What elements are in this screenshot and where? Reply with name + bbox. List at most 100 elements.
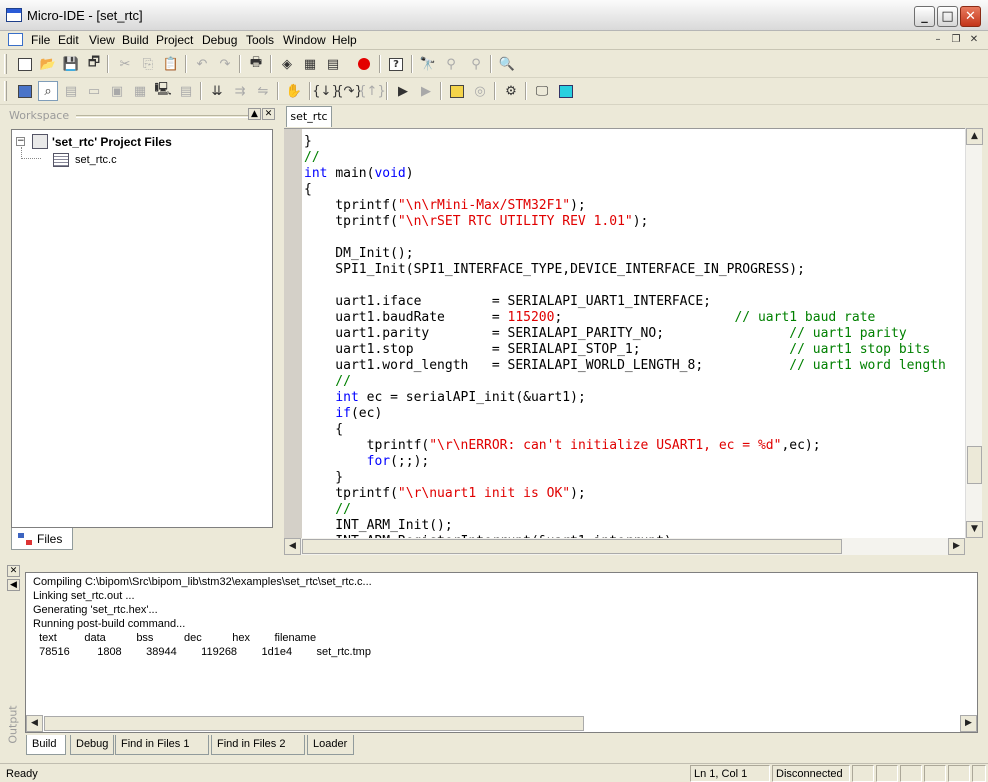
code-line[interactable]: DM_Init(); — [304, 246, 965, 262]
monitor-icon[interactable]: 🖵 — [532, 81, 552, 101]
menu-edit[interactable]: Edit — [55, 33, 82, 47]
code-line[interactable]: int ec = serialAPI_init(&uart1); — [304, 390, 965, 406]
mdi-minimize-icon[interactable]: – — [930, 33, 946, 47]
code-editor[interactable]: }//int main(void){ tprintf("\n\rMini-Max… — [284, 128, 965, 538]
menu-debug[interactable]: Debug — [199, 33, 240, 47]
minimize-button[interactable]: _ — [914, 6, 935, 27]
step-out-icon[interactable]: {↑} — [358, 81, 385, 101]
code-line[interactable]: tprintf("\n\rSET RTC UTILITY REV 1.01"); — [304, 214, 965, 230]
toolbar-grip[interactable] — [4, 54, 7, 74]
run-to-cursor-icon[interactable]: ▶ — [416, 81, 436, 101]
watch-window-icon[interactable]: ▤ — [61, 81, 81, 101]
code-line[interactable]: uart1.word_length = SERIALAPI_WORLD_LENG… — [304, 358, 965, 374]
code-line[interactable]: // — [304, 150, 965, 166]
hand-icon[interactable]: ✋ — [284, 81, 304, 101]
output-scroll-thumb[interactable] — [44, 716, 584, 731]
undo-icon[interactable]: ↶ — [192, 54, 212, 74]
menu-help[interactable]: Help — [329, 33, 360, 47]
editor-gutter[interactable] — [284, 129, 302, 538]
code-line[interactable]: } — [304, 470, 965, 486]
toolbar-grip[interactable] — [4, 81, 7, 101]
resize-grip[interactable] — [972, 765, 986, 782]
paste-icon[interactable]: 📋 — [161, 54, 181, 74]
mdi-close-icon[interactable]: ✕ — [966, 33, 982, 47]
code-line[interactable] — [304, 278, 965, 294]
collapse-icon[interactable]: − — [16, 137, 25, 146]
download-icon[interactable] — [447, 81, 467, 101]
new-file-icon[interactable] — [15, 54, 35, 74]
find-in-files-icon[interactable]: 🔍 — [497, 54, 517, 74]
step-into-icon[interactable]: {↓} — [312, 81, 339, 101]
code-line[interactable] — [304, 230, 965, 246]
output-scroll-left-icon[interactable]: ◀ — [26, 715, 43, 732]
tab-find-in-files-2[interactable]: Find in Files 2 — [211, 735, 305, 755]
code-line[interactable]: { — [304, 182, 965, 198]
tab-files[interactable]: Files — [11, 528, 73, 550]
reset-icon[interactable]: ◎ — [470, 81, 490, 101]
code-line[interactable]: INT_ARM_Init(); — [304, 518, 965, 534]
output-scroll-right-icon[interactable]: ▶ — [960, 715, 977, 732]
terminal-icon[interactable] — [556, 81, 576, 101]
vertical-scroll-thumb[interactable] — [967, 446, 982, 484]
output-close-icon[interactable]: ✕ — [7, 565, 20, 577]
code-line[interactable]: tprintf("\r\nuart1 init is OK"); — [304, 486, 965, 502]
code-line[interactable]: { — [304, 422, 965, 438]
build-output[interactable]: Compiling C:\bipom\Src\bipom_lib\stm32\e… — [25, 572, 978, 733]
editor-tab-set-rtc[interactable]: set_rtc — [286, 106, 332, 127]
code-line[interactable]: SPI1_Init(SPI1_INTERFACE_TYPE,DEVICE_INT… — [304, 262, 965, 278]
output-expand-icon[interactable]: ◀ — [7, 579, 20, 591]
find-next-icon[interactable]: ⚲ — [441, 54, 461, 74]
menu-view[interactable]: View — [86, 33, 118, 47]
help-icon[interactable]: ? — [386, 54, 406, 74]
terminal-window-icon[interactable]: 🖳 — [153, 81, 173, 101]
code-line[interactable]: int main(void) — [304, 166, 965, 182]
code-line[interactable]: // — [304, 374, 965, 390]
file-node-set-rtc[interactable]: set_rtc.c — [75, 154, 117, 166]
scroll-left-icon[interactable]: ◀ — [284, 538, 301, 555]
tab-loader[interactable]: Loader — [307, 735, 354, 755]
maximize-button[interactable]: □ — [937, 6, 958, 27]
menu-file[interactable]: File — [28, 33, 53, 47]
save-icon[interactable]: 💾 — [61, 54, 81, 74]
horizontal-scroll-thumb[interactable] — [302, 539, 842, 554]
code-line[interactable]: uart1.parity = SERIALAPI_PARITY_NO; // u… — [304, 326, 965, 342]
close-button[interactable]: ✕ — [960, 6, 981, 27]
menu-build[interactable]: Build — [119, 33, 152, 47]
code-line[interactable]: for(;;); — [304, 454, 965, 470]
build-icon[interactable]: ▦ — [300, 54, 320, 74]
workspace-expand-icon[interactable]: ▲ — [248, 108, 261, 120]
editor-horizontal-scrollbar[interactable]: ◀ ▶ — [284, 538, 965, 555]
stop-build-icon[interactable] — [354, 54, 374, 74]
code-line[interactable]: // — [304, 502, 965, 518]
tab-find-in-files-1[interactable]: Find in Files 1 — [115, 735, 209, 755]
code-line[interactable]: tprintf("\r\nERROR: can't initialize USA… — [304, 438, 965, 454]
settings-icon[interactable]: ⚙ — [501, 81, 521, 101]
menu-window[interactable]: Window — [280, 33, 329, 47]
step-over-icon[interactable]: {↷} — [335, 81, 362, 101]
mdi-restore-icon[interactable]: ❐ — [948, 33, 964, 47]
redo-icon[interactable]: ↷ — [215, 54, 235, 74]
cut-icon[interactable]: ✂ — [115, 54, 135, 74]
code-line[interactable]: uart1.stop = SERIALAPI_STOP_1; // uart1 … — [304, 342, 965, 358]
print-icon[interactable]: 🖶 — [246, 54, 266, 74]
find-icon[interactable]: 🔭 — [418, 54, 438, 74]
remove-breakpoints-icon[interactable]: ⇉ — [230, 81, 250, 101]
compile-icon[interactable]: ◈ — [277, 54, 297, 74]
scroll-down-icon[interactable]: ▼ — [966, 521, 983, 538]
tab-build[interactable]: Build — [26, 735, 66, 755]
memory-window-icon[interactable]: ▦ — [130, 81, 150, 101]
code-line[interactable]: uart1.iface = SERIALAPI_UART1_INTERFACE; — [304, 294, 965, 310]
menu-project[interactable]: Project — [153, 33, 196, 47]
save-all-icon[interactable]: 🗗 — [84, 54, 104, 74]
workspace-close-icon[interactable]: ✕ — [262, 108, 275, 120]
output-toggle-icon[interactable]: ⌕ — [38, 81, 58, 101]
workspace-toggle-icon[interactable] — [15, 81, 35, 101]
code-line[interactable]: tprintf("\n\rMini-Max/STM32F1"); — [304, 198, 965, 214]
disassembly-window-icon[interactable]: ▤ — [176, 81, 196, 101]
rebuild-icon[interactable]: ▤ — [323, 54, 343, 74]
code-line[interactable]: } — [304, 134, 965, 150]
code-line[interactable]: uart1.baudRate = 115200; // uart1 baud r… — [304, 310, 965, 326]
insert-breakpoint-icon[interactable]: ⇊ — [207, 81, 227, 101]
disable-breakpoints-icon[interactable]: ⇋ — [253, 81, 273, 101]
tab-debug[interactable]: Debug — [70, 735, 114, 755]
